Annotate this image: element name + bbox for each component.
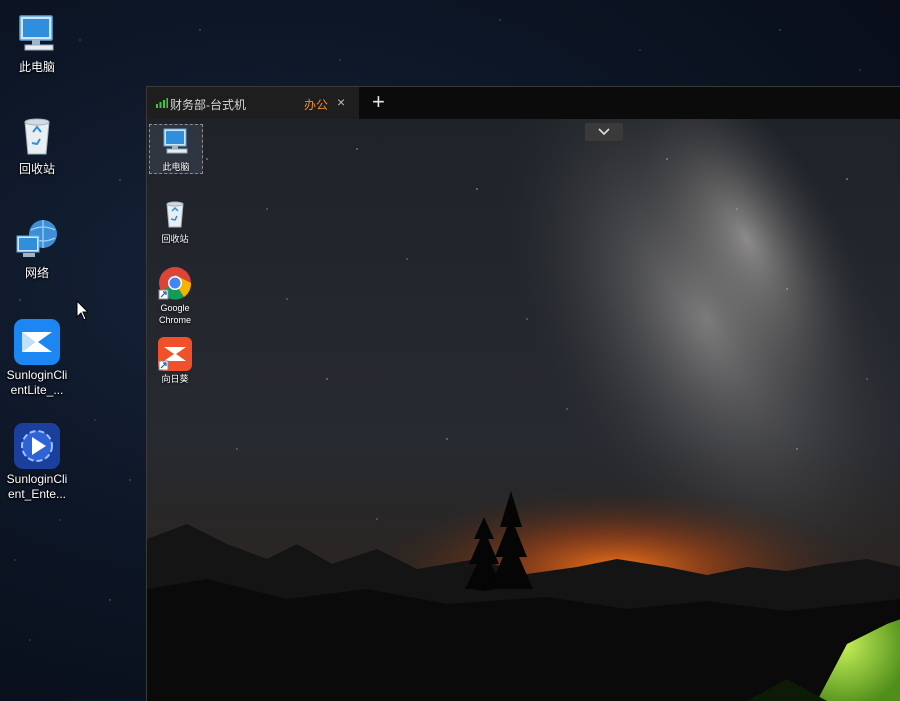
desktop-icon-sunlogin-lite[interactable]: SunloginClientLite_...: [4, 318, 70, 398]
mouse-cursor-icon: [76, 300, 90, 321]
computer-icon: [19, 15, 54, 51]
remote-control-window[interactable]: 财务部-台式机 办公 × + 此电脑 回收站 Google Chrome 向日葵: [146, 86, 900, 701]
chevron-down-icon: [598, 128, 610, 136]
desktop-icon-recycle-bin[interactable]: 回收站: [4, 112, 70, 177]
remote-icon-recycle-bin[interactable]: 回收站: [149, 197, 201, 245]
remote-icon-this-pc[interactable]: 此电脑: [149, 124, 203, 174]
sunlogin-icon: [158, 337, 192, 371]
recycle-bin-icon: [166, 201, 184, 228]
desktop-icon-label: SunloginClient_Ente...: [6, 472, 68, 501]
remote-desktop-view[interactable]: 此电脑 回收站 Google Chrome 向日葵: [147, 119, 900, 701]
remote-icon-label: 此电脑: [162, 162, 190, 172]
remote-icon-label: 回收站: [161, 234, 189, 244]
desktop-icon-this-pc[interactable]: 此电脑: [4, 10, 70, 75]
remote-icon-sunlogin[interactable]: 向日葵: [149, 337, 201, 385]
tab-bar: 财务部-台式机 办公 × +: [147, 87, 900, 119]
computer-icon: [163, 128, 188, 154]
add-tab-button[interactable]: +: [372, 91, 385, 113]
device-name: 财务部-台式机: [170, 98, 246, 112]
desktop-icon-label: 回收站: [18, 162, 55, 176]
remote-icon-label: 向日葵: [161, 374, 189, 384]
sunlogin-enterprise-icon: [14, 423, 60, 469]
sunlogin-lite-icon: [14, 319, 60, 365]
remote-icon-google-chrome[interactable]: Google Chrome: [149, 266, 201, 326]
desktop-icon-label: SunloginClientLite_...: [6, 368, 68, 397]
desktop-icon-sunlogin-enterprise[interactable]: SunloginClient_Ente...: [4, 422, 70, 502]
remote-icon-label: Google Chrome: [158, 303, 191, 325]
tab-remote-device[interactable]: 财务部-台式机 办公 ×: [147, 87, 359, 119]
signal-strength-icon: [156, 98, 168, 108]
desktop-icon-label: 此电脑: [18, 60, 55, 74]
desktop-icon-label: 网络: [24, 266, 49, 280]
desktop-icon-network[interactable]: 网络: [4, 216, 70, 281]
remote-wallpaper: [147, 119, 900, 701]
network-icon: [16, 220, 57, 257]
collapse-toolbar-button[interactable]: [585, 123, 623, 141]
recycle-bin-icon: [24, 118, 50, 155]
chrome-icon: [158, 267, 192, 300]
device-group: 办公: [304, 98, 329, 112]
close-icon[interactable]: ×: [337, 95, 345, 109]
